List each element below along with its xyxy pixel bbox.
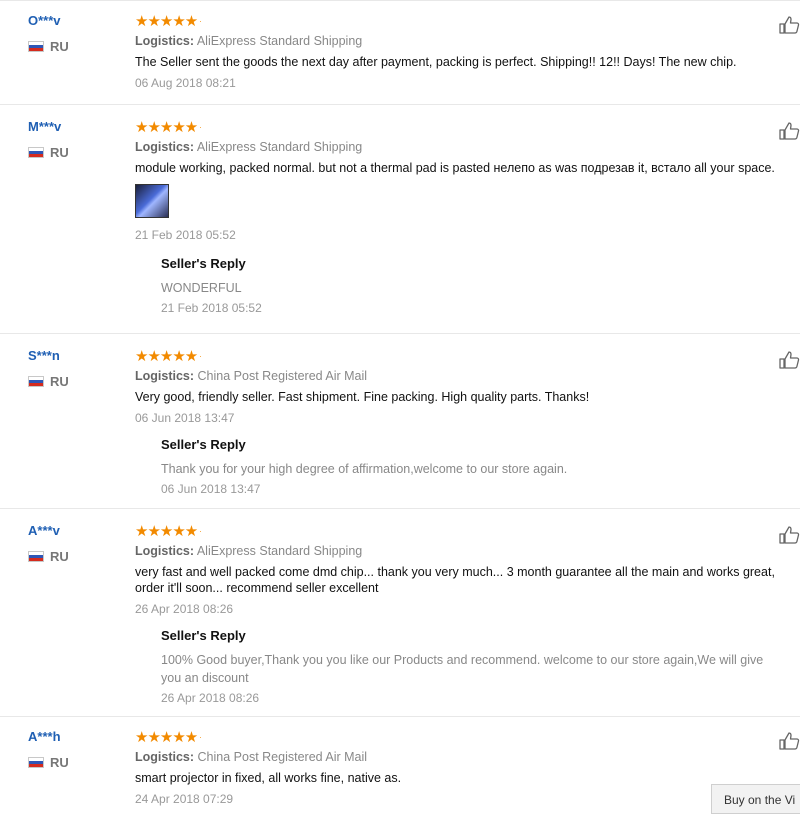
country-code: RU [50,755,69,770]
seller-reply-text: WONDERFUL [161,281,242,295]
seller-reply-title: Seller's Reply [161,628,246,643]
review-item: A***v RU ★★★★★ · Logistics: AliExpress St… [0,508,800,716]
review-date: 06 Aug 2018 08:21 [135,76,236,90]
floating-view-button[interactable]: Buy on the Vi [711,784,800,814]
review-photo-thumbnail[interactable] [135,184,169,218]
review-item: A***h RU ★★★★★ · Logistics: China Post Re… [0,716,800,836]
star-rating: ★★★★★ · [135,728,202,746]
star-icon: ★★★★★ [135,347,198,365]
russia-flag-icon [28,41,44,52]
thumbs-up-icon [779,351,800,369]
seller-reply: Seller's Reply WONDERFUL 21 Feb 2018 05:… [161,256,800,315]
thumbs-up-icon [779,122,800,140]
like-button[interactable] [774,350,800,370]
russia-flag-icon [28,757,44,768]
country-code: RU [50,549,69,564]
seller-reply-title: Seller's Reply [161,437,246,452]
star-rating: ★★★★★ · [135,522,202,540]
review-date: 21 Feb 2018 05:52 [135,228,236,242]
review-body: ★★★★★ · Logistics: AliExpress Standard Sh… [135,119,800,315]
seller-reply-date: 06 Jun 2018 13:47 [161,482,261,496]
star-icon: ★★★★★ [135,12,198,30]
country: RU [28,39,69,54]
review-text: The Seller sent the goods the next day a… [135,55,737,69]
country: RU [28,374,69,389]
feedback-list: O***v RU ★★★★★ · Logistics: AliExpress St… [0,0,800,836]
logistics-line: Logistics: China Post Registered Air Mai… [135,750,368,764]
review-text: module working, packed normal. but not a… [135,161,775,175]
review-text: smart projector in fixed, all works fine… [135,771,402,785]
seller-reply-title: Seller's Reply [161,256,246,271]
like-button[interactable] [774,121,800,141]
review-item: M***v RU ★★★★★ · Logistics: AliExpress St… [0,104,800,333]
russia-flag-icon [28,376,44,387]
seller-reply: Seller's Reply 100% Good buyer,Thank you… [161,628,800,705]
review-text: Very good, friendly seller. Fast shipmen… [135,390,590,404]
like-button[interactable] [774,731,800,751]
username: A***h [28,729,61,744]
seller-reply-text: 100% Good buyer,Thank you you like our P… [161,653,764,685]
review-item: S***n RU ★★★★★ · Logistics: China Post Re… [0,333,800,508]
review-text: very fast and well packed come dmd chip.… [135,565,775,595]
like-button[interactable] [774,525,800,545]
russia-flag-icon [28,551,44,562]
country-code: RU [50,145,69,160]
star-icon: ★★★★★ [135,728,198,746]
logistics-line: Logistics: China Post Registered Air Mai… [135,369,368,383]
seller-reply-text: Thank you for your high degree of affirm… [161,462,568,476]
seller-reply: Seller's Reply Thank you for your high d… [161,437,800,496]
username: M***v [28,119,62,134]
star-rating: ★★★★★ · [135,12,202,30]
thumbs-up-icon [779,526,800,544]
star-icon: ★★★★★ [135,522,198,540]
thumbs-up-icon [779,16,800,34]
review-date: 26 Apr 2018 08:26 [135,602,234,616]
star-rating: ★★★★★ · [135,118,202,136]
like-button[interactable] [774,15,800,35]
review-body: ★★★★★ · Logistics: AliExpress Standard Sh… [135,522,800,706]
russia-flag-icon [28,147,44,158]
review-body: ★★★★★ · Logistics: AliExpress Standard Sh… [135,12,800,91]
logistics-line: Logistics: AliExpress Standard Shipping [135,544,363,558]
review-body: ★★★★★ · Logistics: China Post Registered … [135,347,800,497]
logistics-method: AliExpress Standard Shipping [196,544,363,558]
logistics-method: AliExpress Standard Shipping [196,34,363,48]
country-code: RU [50,39,69,54]
username: A***v [28,523,60,538]
star-rating: ★★★★★ · [135,347,202,365]
country: RU [28,755,69,770]
logistics-line: Logistics: AliExpress Standard Shipping [135,140,363,154]
review-date: 06 Jun 2018 13:47 [135,411,235,425]
review-body: ★★★★★ · Logistics: China Post Registered … [135,728,800,807]
seller-reply-date: 26 Apr 2018 08:26 [161,691,260,705]
logistics-method: China Post Registered Air Mail [197,369,368,383]
country: RU [28,549,69,564]
username: S***n [28,348,60,363]
logistics-method: China Post Registered Air Mail [197,750,368,764]
country-code: RU [50,374,69,389]
username: O***v [28,13,61,28]
thumbs-up-icon [779,732,800,750]
review-item: O***v RU ★★★★★ · Logistics: AliExpress St… [0,0,800,104]
country: RU [28,145,69,160]
seller-reply-date: 21 Feb 2018 05:52 [161,301,262,315]
logistics-line: Logistics: AliExpress Standard Shipping [135,34,363,48]
review-date: 24 Apr 2018 07:29 [135,792,234,806]
star-icon: ★★★★★ [135,118,198,136]
logistics-method: AliExpress Standard Shipping [196,140,363,154]
